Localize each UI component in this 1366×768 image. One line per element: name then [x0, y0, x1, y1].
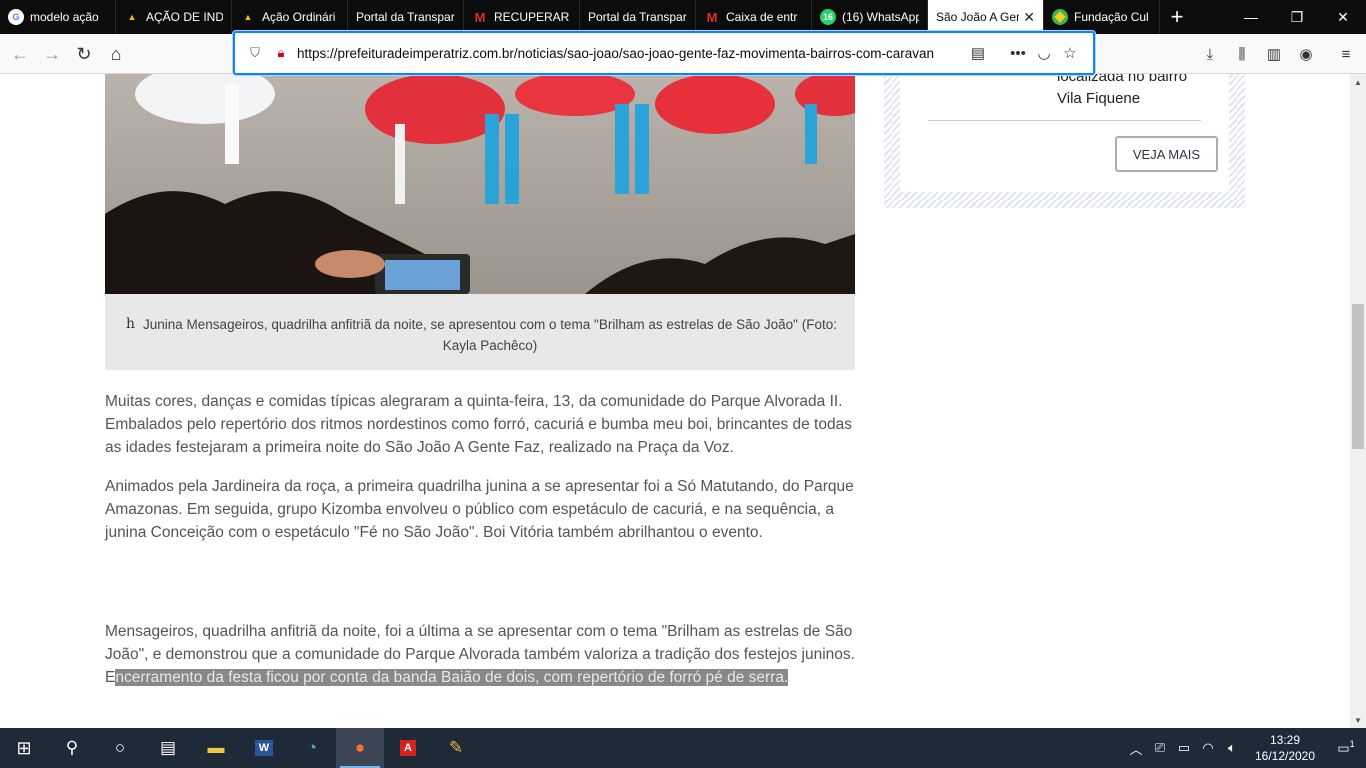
tab-modelo-acao[interactable]: G modelo ação: [0, 0, 116, 34]
reader-view-icon[interactable]: ▤: [965, 44, 991, 62]
menu-icon[interactable]: ≡: [1332, 40, 1360, 68]
tab-whatsapp[interactable]: 16 (16) WhatsApp: [812, 0, 928, 34]
close-tab-icon[interactable]: ✕: [1023, 9, 1035, 26]
tab-recuperar[interactable]: M RECUPERAR S: [464, 0, 580, 34]
notification-count: 1: [1349, 739, 1355, 750]
veja-mais-button[interactable]: VEJA MAIS: [1115, 136, 1218, 172]
address-bar[interactable]: ⛉ 🔒︎ https://prefeituradeimperatriz.com.…: [233, 31, 1095, 75]
sidebar-news-text[interactable]: localizada no bairro Vila Fiquene: [1057, 74, 1187, 110]
page-content: h Junina Mensageiros, quadrilha anfitriã…: [0, 74, 1350, 728]
paint-icon[interactable]: ✎: [432, 728, 480, 768]
tab-title: Portal da Transpar: [356, 10, 455, 24]
home-icon[interactable]: ⌂: [102, 40, 130, 68]
shield-icon[interactable]: ⛉: [245, 45, 265, 61]
tab-strip: G modelo ação ▲ AÇÃO DE IND ▲ Ação Ordin…: [0, 0, 1366, 34]
sidebar-icon[interactable]: ▥: [1260, 40, 1288, 68]
sidebar-card: localizada no bairro Vila Fiquene VEJA M…: [884, 74, 1245, 208]
edge-icon[interactable]: ◔: [288, 728, 336, 768]
whatsapp-icon: 16: [820, 9, 836, 25]
tab-title: São João A Gente: [936, 10, 1019, 24]
cortana-icon[interactable]: ○: [96, 728, 144, 768]
drive-icon: ▲: [243, 12, 253, 22]
downloads-icon[interactable]: ⤓: [1196, 40, 1224, 68]
selected-text: ncerramento da festa ficou por conta da …: [115, 669, 789, 686]
scroll-down-icon[interactable]: ▼: [1350, 712, 1366, 728]
sidebar-news-line-1: localizada no bairro: [1057, 74, 1188, 85]
drive-icon: ▲: [127, 12, 137, 22]
article-paragraph-2: Animados pela Jardineira da roça, a prim…: [105, 478, 854, 541]
tab-title: modelo ação: [30, 10, 99, 24]
tab-caixa-de-entrada[interactable]: M Caixa de entr: [696, 0, 812, 34]
article-photo: [105, 74, 855, 294]
tab-title: AÇÃO DE IND: [146, 10, 223, 24]
photo-caption: Junina Mensageiros, quadrilha anfitriã d…: [143, 317, 837, 353]
library-icon[interactable]: ⫼: [1228, 40, 1256, 68]
search-icon[interactable]: ⚲: [48, 728, 96, 768]
windows-start-icon[interactable]: ⊞: [0, 728, 48, 768]
minimize-icon[interactable]: —: [1228, 0, 1274, 34]
back-icon[interactable]: ←: [6, 40, 34, 68]
photo-caption-box: h Junina Mensageiros, quadrilha anfitriã…: [105, 294, 855, 370]
windows-taskbar: ⊞ ⚲ ○ ▤ ▬ W ◔ ● A ✎ ︿ ⎚ ▭ ◠ 🔈︎ 13:29 16/…: [0, 728, 1366, 768]
bookmark-star-icon[interactable]: ☆: [1057, 44, 1083, 62]
tab-title: Portal da Transpar: [588, 10, 687, 24]
gmail-icon: M: [474, 9, 486, 25]
url-text[interactable]: https://prefeituradeimperatriz.com.br/no…: [297, 46, 965, 61]
forward-icon[interactable]: →: [38, 40, 66, 68]
scroll-thumb[interactable]: [1352, 304, 1364, 449]
sidebar-news-line-2: Vila Fiquene: [1057, 90, 1141, 107]
time: 13:29: [1269, 733, 1301, 747]
vertical-scrollbar[interactable]: ▲ ▼: [1350, 74, 1366, 728]
notification-center-icon[interactable]: ▭1: [1326, 739, 1366, 756]
pocket-icon[interactable]: ◡: [1031, 44, 1057, 62]
tab-title: Caixa de entr: [726, 10, 798, 24]
tab-portal-transparencia-2[interactable]: Portal da Transpar: [580, 0, 696, 34]
article-paragraph-1: Muitas cores, danças e comidas típicas a…: [105, 393, 852, 456]
firefox-icon[interactable]: ●: [336, 728, 384, 768]
clock[interactable]: 13:29 16/12/2020: [1244, 732, 1326, 764]
chevron-up-icon[interactable]: ︿: [1124, 739, 1148, 758]
tab-sao-joao[interactable]: São João A Gente ✕: [928, 0, 1044, 34]
close-window-icon[interactable]: ✕: [1320, 0, 1366, 34]
tab-fundacao-cultural[interactable]: Fundação Cul: [1044, 0, 1160, 34]
tab-title: Ação Ordinári: [262, 10, 336, 24]
article-paragraph-3: Mensageiros, quadrilha anfitriã da noite…: [105, 620, 857, 689]
acrobat-icon[interactable]: A: [384, 728, 432, 768]
google-icon: G: [8, 9, 24, 25]
divider: [928, 120, 1201, 121]
wifi-icon[interactable]: ◠: [1196, 740, 1220, 756]
gmail-icon: M: [706, 9, 718, 25]
tab-portal-transparencia-1[interactable]: Portal da Transpar: [348, 0, 464, 34]
meet-now-icon[interactable]: ⎚: [1148, 740, 1172, 756]
account-icon[interactable]: ◉: [1292, 40, 1320, 68]
window-controls: — ❐ ✕: [1228, 0, 1366, 34]
scroll-up-icon[interactable]: ▲: [1350, 74, 1366, 90]
date: 16/12/2020: [1254, 749, 1316, 763]
new-tab-button[interactable]: +: [1160, 0, 1194, 34]
tab-title: Fundação Cul: [1074, 10, 1149, 24]
tab-title: RECUPERAR S: [494, 10, 571, 24]
brazil-flag-icon: [1052, 9, 1068, 25]
battery-icon[interactable]: ▭: [1172, 740, 1196, 756]
sidebar-card-inner: localizada no bairro Vila Fiquene VEJA M…: [900, 74, 1229, 192]
restore-icon[interactable]: ❐: [1274, 0, 1320, 34]
page-actions-icon[interactable]: •••: [1005, 45, 1031, 62]
tab-acao-de-ind[interactable]: ▲ AÇÃO DE IND: [116, 0, 232, 34]
word-icon[interactable]: W: [240, 728, 288, 768]
system-tray: ︿ ⎚ ▭ ◠ 🔈︎ 13:29 16/12/2020 ▭1: [1124, 728, 1366, 768]
file-explorer-icon[interactable]: ▬: [192, 728, 240, 768]
volume-icon[interactable]: 🔈︎: [1220, 740, 1244, 756]
lock-warning-icon[interactable]: 🔒︎: [271, 45, 291, 61]
task-view-icon[interactable]: ▤: [144, 728, 192, 768]
tab-acao-ordinaria[interactable]: ▲ Ação Ordinári: [232, 0, 348, 34]
reload-icon[interactable]: ↻: [70, 40, 98, 68]
tab-title: (16) WhatsApp: [842, 10, 919, 24]
